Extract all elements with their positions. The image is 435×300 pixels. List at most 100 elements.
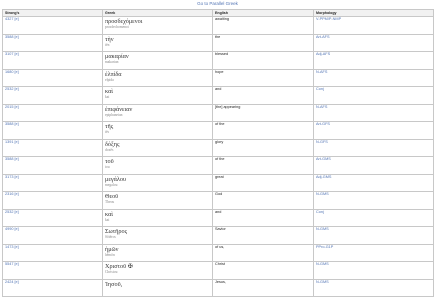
header-morphology: Morphology — [313, 9, 434, 17]
transliteration: Sōtēros — [105, 235, 116, 239]
morphology-link[interactable]: Art-AFS — [313, 33, 434, 52]
transliteration: makarian — [105, 60, 119, 64]
table-header-row: Strong's Greek English Morphology — [2, 9, 434, 17]
strongs-link[interactable]: 2015 [e] — [2, 103, 103, 122]
morphology-link[interactable]: V-PPM/P-NMP — [313, 16, 434, 35]
table-row: 4990 [e] Σωτῆρος Sōtēros Savior N-GMS — [2, 226, 434, 245]
greek-word[interactable]: προσδεχόμενοι — [105, 17, 210, 25]
table-row: 2424 [e] Ἰησοῦ, Jesus, N-GMS — [2, 278, 434, 297]
morphology-link[interactable]: N-GMS — [313, 191, 434, 210]
transliteration: megalou — [105, 182, 118, 187]
greek-word[interactable]: Ἰησοῦ, — [105, 280, 210, 288]
morphology-link[interactable]: PPro-G1P — [313, 243, 434, 262]
morphology-link[interactable]: Adj-GMS — [313, 173, 434, 192]
strongs-link[interactable]: 3107 [e] — [2, 51, 103, 70]
morphology-link[interactable]: N-GMS — [313, 226, 434, 245]
strongs-link[interactable]: 1680 [e] — [2, 68, 103, 87]
greek-word[interactable]: τὴν — [105, 35, 210, 43]
greek-cell: Ἰησοῦ, — [102, 278, 213, 297]
table-row: 3107 [e] μακαρίαν makarian blessed Adj-AFS — [2, 51, 434, 70]
greek-word[interactable]: μακαρίαν — [105, 52, 210, 60]
table-row: 1680 [e] ἐλπίδα elpida hope N-AFS — [2, 68, 434, 87]
transliteration: tēs — [105, 130, 109, 134]
strongs-link[interactable]: 3173 [e] — [2, 173, 103, 192]
greek-word[interactable]: Θεοῦ — [105, 192, 210, 200]
strongs-link[interactable]: 4327 [e] — [2, 16, 103, 35]
greek-word[interactable]: τοῦ — [105, 157, 210, 165]
greek-word[interactable]: Σωτῆρος — [105, 227, 210, 235]
greek-cell: Θεοῦ Theou — [102, 191, 213, 210]
english-gloss: hope — [212, 68, 314, 87]
strongs-link[interactable]: 2424 [e] — [2, 278, 103, 297]
morphology-link[interactable]: Conj — [313, 208, 434, 227]
strongs-link[interactable]: 2316 [e] — [2, 191, 103, 210]
transliteration: prosdechomenoi — [105, 25, 129, 29]
greek-word[interactable]: ἐπιφάνειαν — [105, 105, 210, 113]
english-gloss: Christ — [212, 261, 314, 280]
table-row: 1473 [e] ἡμῶν hēmōn of us, PPro-G1P — [2, 243, 434, 262]
transliteration: kai — [105, 217, 110, 222]
table-row: 1391 [e] δόξης doxēs glory N-GFS — [2, 138, 434, 157]
greek-cell: ἐλπίδα elpida — [102, 68, 213, 87]
english-gloss: God — [212, 191, 314, 210]
greek-cell: μακαρίαν makarian — [102, 51, 213, 70]
english-gloss: of the — [212, 121, 314, 140]
transliteration: kai — [105, 95, 110, 99]
strongs-link[interactable]: 2532 [e] — [2, 208, 103, 227]
morphology-link[interactable]: Art-GFS — [313, 121, 434, 140]
english-gloss: glory — [212, 138, 314, 157]
greek-cell: τὴν tēn — [102, 33, 213, 52]
morphology-link[interactable]: N-AFS — [313, 103, 434, 122]
greek-word[interactable]: ἡμῶν — [105, 245, 210, 253]
greek-cell: Σωτῆρος Sōtēros — [102, 226, 213, 245]
greek-cell: καὶ kai — [102, 86, 213, 105]
transliteration: tou — [105, 165, 110, 169]
table-row: 5547 [e] Χριστοῦ ✠ Christou Christ N-GMS — [2, 261, 434, 280]
transliteration: Christou — [105, 270, 118, 274]
greek-word[interactable]: μεγάλου — [105, 175, 210, 183]
transliteration: epiphaneian — [105, 112, 123, 117]
table-row: 3588 [e] τὴν tēn the Art-AFS — [2, 33, 434, 52]
morphology-link[interactable]: Art-GMS — [313, 156, 434, 175]
morphology-link[interactable]: N-GFS — [313, 138, 434, 157]
greek-word[interactable]: ἐλπίδα — [105, 70, 210, 78]
strongs-link[interactable]: 4990 [e] — [2, 226, 103, 245]
english-gloss: awaiting — [212, 16, 314, 35]
greek-word[interactable]: καὶ — [105, 87, 210, 95]
morphology-link[interactable]: N-AFS — [313, 68, 434, 87]
strongs-link[interactable]: 3588 [e] — [2, 156, 103, 175]
greek-cell: ἡμῶν hēmōn — [102, 243, 213, 262]
greek-word[interactable]: καὶ — [105, 210, 210, 218]
english-gloss: Savior — [212, 226, 314, 245]
strongs-link[interactable]: 3588 [e] — [2, 33, 103, 52]
strongs-link[interactable]: 5547 [e] — [2, 261, 103, 280]
transliteration: doxēs — [105, 147, 114, 152]
go-to-parallel-greek-link[interactable]: Go to Parallel Greek — [197, 1, 238, 6]
english-gloss: and — [212, 86, 314, 105]
strongs-link[interactable]: 2532 [e] — [2, 86, 103, 105]
morphology-link[interactable]: N-GMS — [313, 261, 434, 280]
strongs-link[interactable]: 3588 [e] — [2, 121, 103, 140]
table-row: 2316 [e] Θεοῦ Theou God N-GMS — [2, 191, 434, 210]
greek-cell: προσδεχόμενοι prosdechomenoi — [102, 16, 213, 35]
english-gloss: great — [212, 173, 314, 192]
greek-cell: μεγάλου megalou — [102, 173, 213, 192]
greek-word[interactable]: Χριστοῦ ✠ — [105, 262, 210, 270]
table-row: 2532 [e] καὶ kai and Conj — [2, 208, 434, 227]
greek-word[interactable]: τῆς — [105, 122, 210, 130]
greek-word[interactable]: δόξης — [105, 140, 210, 148]
english-gloss: of us, — [212, 243, 314, 262]
morphology-link[interactable]: N-GMS — [313, 278, 434, 297]
header-strongs: Strong's — [2, 9, 103, 17]
english-gloss: the — [212, 33, 314, 52]
english-gloss: Jesus, — [212, 278, 314, 297]
morphology-link[interactable]: Conj — [313, 86, 434, 105]
greek-cell: τοῦ tou — [102, 156, 213, 175]
english-gloss: and — [212, 208, 314, 227]
greek-cell: ἐπιφάνειαν epiphaneian — [102, 103, 213, 122]
strongs-link[interactable]: 1473 [e] — [2, 243, 103, 262]
morphology-link[interactable]: Adj-AFS — [313, 51, 434, 70]
table-row: 3588 [e] τῆς tēs of the Art-GFS — [2, 121, 434, 140]
strongs-link[interactable]: 1391 [e] — [2, 138, 103, 157]
transliteration: elpida — [105, 77, 114, 82]
